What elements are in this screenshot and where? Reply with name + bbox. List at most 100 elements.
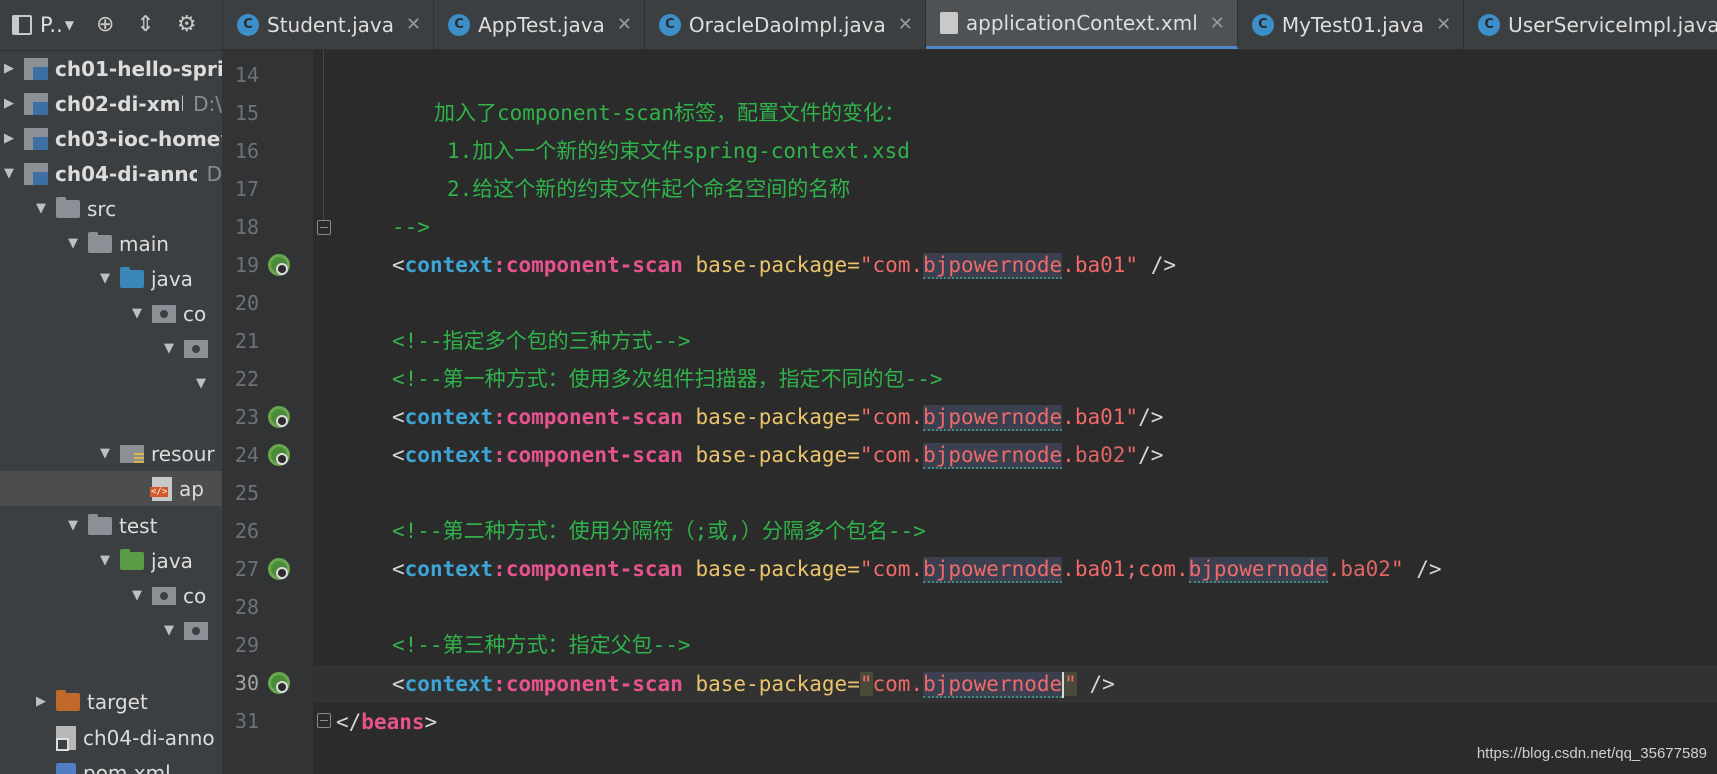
spring-bean-icon[interactable]	[268, 672, 290, 694]
tree-item-label: test	[119, 513, 158, 538]
code-colon: :	[493, 672, 506, 696]
tree-item-package[interactable]: ▼ co	[0, 578, 222, 613]
collapse-arrow-icon[interactable]: ▼	[64, 236, 82, 251]
tree-item-file-selected[interactable]: ap	[0, 471, 222, 506]
line-number: 22	[234, 367, 259, 391]
project-view-title[interactable]: P..	[40, 13, 63, 37]
line-number: 27	[234, 557, 259, 581]
code-value: .	[1062, 253, 1075, 277]
expand-arrow-icon[interactable]: ▶	[0, 61, 18, 76]
module-folder-icon	[24, 127, 48, 150]
tab-oracledaoimpl-java[interactable]: C OracleDaoImpl.java ✕	[645, 0, 926, 49]
fold-marker-icon[interactable]	[317, 220, 331, 235]
tree-item-module[interactable]: ▶ ch02-di-xml D:\	[0, 86, 222, 121]
code-value: ;com.	[1125, 557, 1189, 581]
close-icon[interactable]: ✕	[1436, 14, 1451, 35]
code-line-31[interactable]: </beans>	[336, 703, 437, 741]
code-line-17[interactable]: 2.给这个新的约束文件起个命名空间的名称	[447, 170, 850, 208]
code-value: ba01	[1074, 253, 1126, 277]
code-line-24[interactable]: <context:component-scan base-package="co…	[392, 436, 1163, 474]
gear-icon[interactable]: ⚙	[177, 14, 197, 36]
collapse-arrow-icon[interactable]: ▼	[96, 446, 114, 461]
package-icon	[184, 339, 208, 358]
close-icon[interactable]: ✕	[898, 14, 913, 35]
expand-arrow-icon[interactable]: ▶	[32, 694, 50, 709]
code-value: com.	[872, 557, 924, 581]
tree-item-folder[interactable]: ▼ test	[0, 508, 222, 543]
tree-item-package[interactable]: ▼	[0, 613, 222, 648]
fold-marker-icon[interactable]	[317, 713, 331, 728]
tab-label: UserServiceImpl.java	[1508, 12, 1717, 37]
code-line-29[interactable]: <!--第三种方式：指定父包-->	[392, 626, 691, 664]
close-icon[interactable]: ✕	[406, 14, 421, 35]
collapse-arrow-icon[interactable]: ▼	[96, 271, 114, 286]
tree-item-package[interactable]: ▼	[0, 366, 222, 401]
collapse-arrow-icon[interactable]: ▼	[128, 588, 146, 603]
code-colon: :	[493, 253, 506, 277]
maven-file-icon	[56, 762, 76, 774]
folder-icon	[88, 513, 112, 535]
code-line-15[interactable]: 加入了component-scan标签，配置文件的变化：	[434, 94, 905, 132]
code-line-18[interactable]: -->	[392, 208, 430, 246]
tree-item-package[interactable]: ▼ co	[0, 296, 222, 331]
collapse-arrow-icon[interactable]: ▼	[96, 553, 114, 568]
collapse-arrow-icon[interactable]: ▼	[160, 341, 178, 356]
code-line-21[interactable]: <!--指定多个包的三种方式-->	[392, 322, 691, 360]
code-line-27[interactable]: <context:component-scan base-package="co…	[392, 550, 1442, 588]
collapse-arrow-icon[interactable]: ▼	[128, 306, 146, 321]
code-line-22[interactable]: <!--第一种方式：使用多次组件扫描器，指定不同的包-->	[392, 360, 943, 398]
code-line-16[interactable]: 1.加入一个新的约束文件spring-context.xsd	[447, 132, 910, 170]
tree-item-module[interactable]: ▼ ch04-di-anno D	[0, 156, 222, 191]
spring-bean-icon[interactable]	[268, 558, 290, 580]
tree-item-file[interactable]: pom.xml	[0, 755, 222, 774]
tab-apptest-java[interactable]: C AppTest.java ✕	[434, 0, 645, 49]
tree-item-file[interactable]: ch04-di-anno	[0, 720, 222, 755]
code-line-19[interactable]: <context:component-scan base-package="co…	[392, 246, 1176, 284]
tab-applicationcontext-xml[interactable]: applicationContext.xml ✕	[925, 0, 1238, 49]
close-icon[interactable]: ✕	[1210, 13, 1225, 34]
expand-arrow-icon[interactable]: ▶	[0, 96, 18, 111]
tree-item-folder[interactable]: ▼ main	[0, 226, 222, 261]
package-icon	[152, 304, 176, 323]
tab-student-java[interactable]: C Student.java ✕	[223, 0, 435, 49]
tree-item-folder[interactable]: ▼ src	[0, 191, 222, 226]
tree-item-module[interactable]: ▶ ch01-hello-sprin	[0, 51, 222, 86]
tab-userserviceimpl-java[interactable]: C UserServiceImpl.java	[1464, 0, 1717, 49]
tree-item-folder[interactable]: ▶ target	[0, 684, 222, 719]
code-value: com.	[872, 443, 924, 467]
tree-item-package[interactable]: ▼	[0, 331, 222, 366]
line-number: 16	[234, 139, 259, 163]
spring-bean-icon[interactable]	[268, 444, 290, 466]
chevron-down-icon[interactable]: ▼	[65, 18, 74, 32]
code-line-30[interactable]: <context:component-scan base-package="co…	[392, 665, 1115, 703]
line-number: 26	[234, 519, 259, 543]
tree-item-test-root[interactable]: ▼ java	[0, 543, 222, 578]
collapse-arrow-icon[interactable]: ▼	[0, 166, 18, 181]
line-number: 25	[234, 481, 259, 505]
collapse-arrow-icon[interactable]: ▼	[32, 201, 50, 216]
tab-mytest01-java[interactable]: C MyTest01.java ✕	[1238, 0, 1465, 49]
code-namespace: context	[404, 405, 494, 429]
project-view-icon[interactable]	[12, 15, 32, 35]
editor-tab-bar: C Student.java ✕ C AppTest.java ✕ C Orac…	[223, 0, 1717, 50]
spring-bean-icon[interactable]	[268, 406, 290, 428]
tree-item-module[interactable]: ▶ ch03-ioc-homew	[0, 121, 222, 156]
collapse-arrow-icon[interactable]: ▼	[160, 623, 178, 638]
code-comment: -->	[392, 215, 430, 239]
tree-item-label: ch01-hello-sprin	[55, 56, 222, 81]
locate-target-icon[interactable]: ⊕	[96, 14, 114, 36]
code-value: com.	[872, 405, 924, 429]
spring-bean-icon[interactable]	[268, 254, 290, 276]
code-close: />	[1076, 672, 1115, 696]
code-line-26[interactable]: <!--第二种方式：使用分隔符（;或,）分隔多个包名-->	[392, 512, 926, 550]
module-folder-icon	[24, 92, 48, 115]
tree-item-source-root[interactable]: ▼ java	[0, 261, 222, 296]
code-line-23[interactable]: <context:component-scan base-package="co…	[392, 398, 1163, 436]
collapse-all-icon[interactable]: ⇕	[136, 14, 154, 36]
expand-arrow-icon[interactable]: ▶	[0, 131, 18, 146]
collapse-arrow-icon[interactable]: ▼	[192, 376, 210, 391]
excluded-folder-icon	[56, 689, 80, 711]
close-icon[interactable]: ✕	[617, 14, 632, 35]
tree-item-resources[interactable]: ▼ resour	[0, 436, 222, 471]
collapse-arrow-icon[interactable]: ▼	[64, 518, 82, 533]
